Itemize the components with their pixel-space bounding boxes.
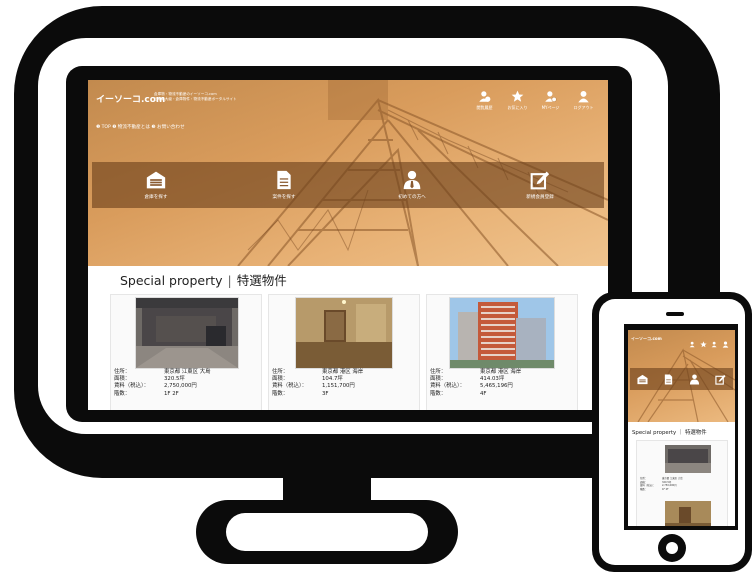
header-nav-label: 閲覧履歴	[476, 105, 493, 110]
property-rent: 5,465,196円	[480, 383, 513, 390]
rent-label: 賃料（税込）：	[430, 383, 466, 390]
desktop-screen: イーソーコ.com 倉庫物・物流不動産のイーソーコ.com 日本最大級・倉庫物件…	[88, 80, 608, 410]
warehouse-icon	[146, 171, 166, 189]
header-nav: 閲覧履歴 お気に入り MYページ ログアウト	[468, 90, 600, 111]
mobile-site-logo[interactable]: イーソーコ.com	[631, 336, 662, 342]
floor-label: 階数：	[640, 487, 648, 491]
property-list: 住所： 東京都 江東区 大島 面積： 320.5坪 賃料（税込）： 2,750,000…	[110, 294, 588, 410]
phone-screen: イーソーコ.com Special property ｜ 特選物件 住所： 東京都…	[628, 330, 735, 526]
mobile-hero-banner: イーソーコ.com	[628, 330, 735, 422]
warehouse-icon[interactable]	[637, 374, 648, 385]
mobile-header-nav	[689, 333, 733, 348]
person-gear-icon	[711, 341, 717, 348]
header-nav-mypage[interactable]: MYページ	[534, 90, 567, 111]
mobile-header-nav-history[interactable]	[689, 333, 700, 348]
property-rent: 1,151,700円	[322, 383, 355, 390]
mobile-header-nav-logout[interactable]	[722, 333, 733, 348]
phone-speaker	[666, 312, 684, 316]
main-nav-label: 案件を探す	[272, 195, 296, 200]
main-nav-find-project[interactable]: 案件を探す	[239, 162, 329, 208]
main-nav-label: 新規会員登録	[526, 195, 554, 200]
section-title-separator: |	[227, 273, 232, 288]
property-photo[interactable]	[449, 297, 555, 369]
mobile-section-title: Special property ｜ 特選物件	[632, 430, 707, 436]
main-nav-register[interactable]: 新規会員登録	[495, 162, 585, 208]
section-title-jp: 特選物件	[236, 273, 287, 288]
mobile-header-nav-favorites[interactable]	[700, 333, 711, 348]
user-tie-icon[interactable]	[689, 373, 700, 385]
property-info: 住所： 東京都 港区 海岸 面積： 414.03坪 賃料（税込）： 5,465,196…	[430, 369, 574, 398]
property-photo[interactable]	[135, 297, 239, 369]
main-nav-first-time[interactable]: 初めての方へ	[367, 162, 457, 208]
mobile-property-info: 住所： 東京都 江東区 大島 面積： 320.5坪 賃料（税込）： 2,750,000…	[640, 477, 724, 491]
property-floor: 1F 2F	[662, 487, 669, 491]
edit-icon[interactable]	[714, 374, 726, 385]
header-nav-label: MYページ	[541, 105, 560, 110]
property-card[interactable]: 住所： 東京都 港区 海岸 面積： 414.03坪 賃料（税込）： 5,465,196…	[426, 294, 578, 410]
header-nav-favorites[interactable]: お気に入り	[501, 90, 534, 111]
property-floor: 3F	[322, 390, 329, 397]
edit-icon	[530, 171, 550, 190]
property-photo[interactable]	[295, 297, 393, 369]
phone-home-button-inner	[666, 542, 678, 554]
property-card[interactable]: 住所： 東京都 江東区 大島 面積： 320.5坪 賃料（税込）： 2,750,000…	[110, 294, 262, 410]
person-icon	[578, 90, 589, 103]
document-icon	[277, 170, 291, 190]
mobile-header-nav-mypage[interactable]	[711, 333, 722, 348]
floor-label: 階数：	[272, 390, 289, 397]
person-icon	[722, 341, 729, 348]
property-info: 住所： 東京都 港区 海岸 面積： 104.7坪 賃料（税込）： 1,151,700円…	[272, 369, 416, 398]
person-history-icon	[689, 341, 695, 348]
property-rent: 2,750,000円	[164, 383, 197, 390]
section-title: Special property | 特選物件	[120, 270, 287, 289]
mobile-main-nav	[630, 368, 733, 390]
header-nav-label: ログアウト	[573, 105, 594, 110]
user-tie-icon	[403, 170, 421, 190]
hero-banner: イーソーコ.com 倉庫物・物流不動産のイーソーコ.com 日本最大級・倉庫物件…	[88, 80, 608, 266]
star-icon	[700, 341, 707, 348]
header-nav-label: お気に入り	[507, 105, 528, 110]
floor-label: 階数：	[114, 390, 131, 397]
floor-label: 階数：	[430, 390, 447, 397]
rent-label: 賃料（税込）：	[272, 383, 308, 390]
mobile-property-card[interactable]: 住所： 東京都 江東区 大島 面積： 320.5坪 賃料（税込）： 2,750,000…	[636, 440, 728, 526]
main-nav-label: 初めての方へ	[398, 195, 426, 200]
mobile-property-photo[interactable]	[665, 445, 711, 473]
main-nav: 倉庫を探す 案件を探す 初めての方へ 新規会員登録	[92, 162, 604, 208]
property-floor: 1F 2F	[164, 390, 179, 397]
person-history-icon	[479, 91, 491, 102]
monitor-stand-base-cutout	[226, 513, 428, 551]
section-title-en: Special property	[120, 273, 223, 288]
mobile-property-photo[interactable]	[665, 501, 711, 526]
property-info: 住所： 東京都 江東区 大島 面積： 320.5坪 賃料（税込）： 2,750,000…	[114, 369, 258, 398]
tagline-line: 日本最大級・倉庫物件・物流不動産ポータルサイト	[154, 97, 237, 101]
star-icon	[511, 90, 524, 102]
main-nav-find-warehouse[interactable]: 倉庫を探す	[111, 162, 201, 208]
breadcrumb[interactable]: ❶ TOP ❷ 物流不動産とは ❸ お問い合わせ	[96, 124, 185, 130]
main-nav-label: 倉庫を探す	[144, 195, 168, 200]
rent-label: 賃料（税込）：	[114, 383, 150, 390]
person-gear-icon	[545, 91, 557, 103]
property-card[interactable]: 住所： 東京都 港区 海岸 面積： 104.7坪 賃料（税込）： 1,151,700円…	[268, 294, 420, 410]
property-floor: 4F	[480, 390, 487, 397]
site-tagline: 倉庫物・物流不動産のイーソーコ.com 日本最大級・倉庫物件・物流不動産ポータル…	[154, 92, 274, 102]
header-nav-history[interactable]: 閲覧履歴	[468, 90, 501, 111]
header-nav-logout[interactable]: ログアウト	[567, 90, 600, 111]
document-icon[interactable]	[663, 373, 674, 385]
